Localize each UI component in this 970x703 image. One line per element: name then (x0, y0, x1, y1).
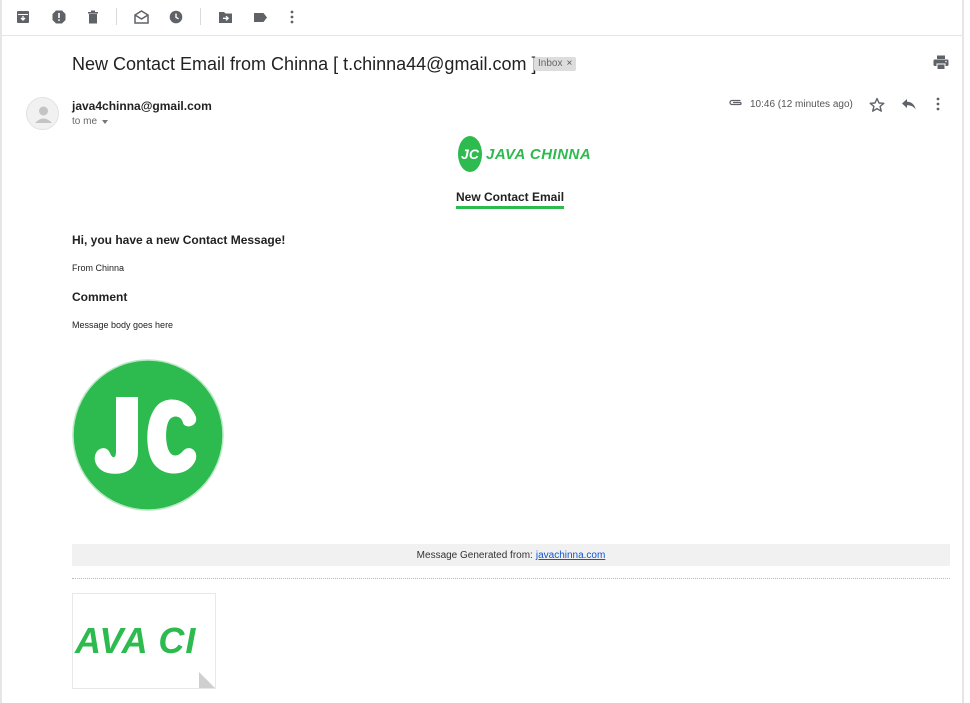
inbox-label-chip[interactable]: Inbox × (534, 57, 577, 71)
avatar (26, 97, 59, 130)
archive-icon[interactable] (14, 8, 32, 26)
brand-logo: JC JAVA CHINNA (458, 136, 591, 172)
attachment-icon (728, 98, 744, 110)
footer-link[interactable]: javachinna.com (536, 550, 605, 561)
email-subject: New Contact Email from Chinna [ t.chinna… (72, 54, 537, 74)
toolbar-separator (116, 8, 117, 25)
email-time: 10:46 (12 minutes ago) (750, 98, 853, 110)
footer-prefix: Message Generated from: (416, 549, 533, 561)
greeting-heading: Hi, you have a new Contact Message! (72, 233, 286, 247)
recipient-line[interactable]: to me (72, 116, 109, 127)
reply-icon[interactable] (901, 97, 919, 115)
attachment-thumbnail[interactable]: AVA CI (72, 593, 216, 689)
delete-icon[interactable] (84, 8, 102, 26)
report-spam-icon[interactable] (50, 8, 68, 26)
toolbar-separator (200, 8, 201, 25)
email-title: New Contact Email (456, 190, 565, 209)
more-vert-icon[interactable] (283, 8, 301, 26)
snooze-icon[interactable] (167, 8, 185, 26)
right-frame (962, 0, 964, 703)
label-text: Inbox (538, 58, 563, 69)
print-icon[interactable] (933, 55, 951, 73)
email-meta: 10:46 (12 minutes ago) (728, 98, 853, 110)
move-to-icon[interactable] (216, 8, 234, 26)
message-body: Message body goes here (72, 320, 174, 330)
remove-label-icon[interactable]: × (566, 57, 572, 71)
logo-initials: JC (458, 136, 482, 172)
jc-logo-image (72, 359, 224, 511)
chevron-down-icon[interactable] (102, 119, 109, 124)
recipient-label: to me (72, 116, 98, 127)
star-icon[interactable] (869, 97, 887, 115)
toolbar (2, 0, 962, 36)
label-icon[interactable] (251, 8, 269, 26)
left-frame (0, 0, 2, 703)
comment-heading: Comment (72, 290, 128, 304)
mark-unread-icon[interactable] (132, 8, 150, 26)
attachment-divider (72, 578, 950, 579)
attachment-preview-text: AVA CI (75, 620, 197, 661)
page-fold (199, 672, 215, 688)
footer-bar: Message Generated from: javachinna.com (72, 544, 950, 566)
more-options-icon[interactable] (936, 97, 954, 115)
from-text: From Chinna (72, 263, 125, 273)
sender-email[interactable]: java4chinna@gmail.com (72, 99, 212, 113)
logo-wordmark: JAVA CHINNA (486, 145, 592, 163)
